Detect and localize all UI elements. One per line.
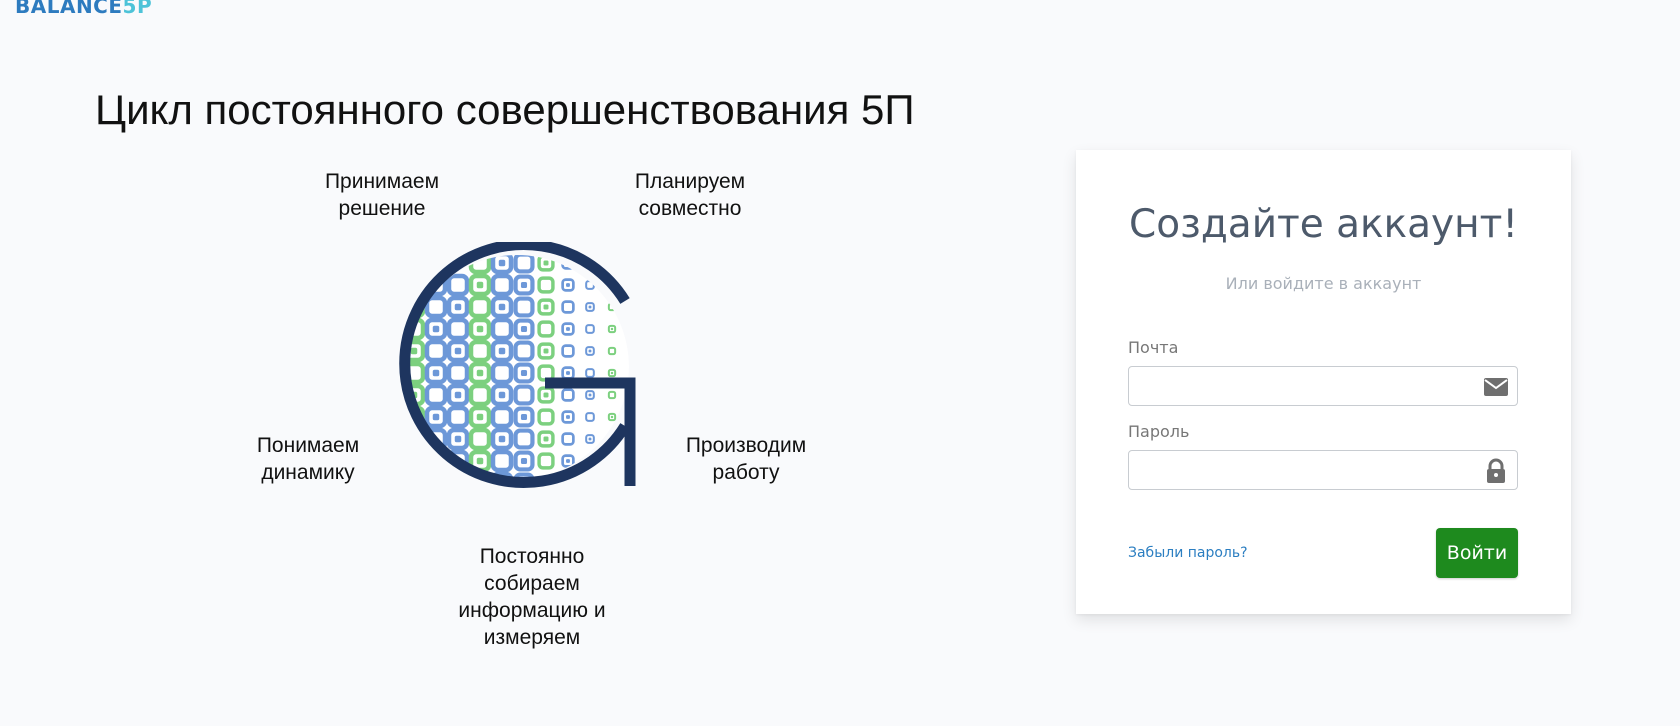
login-subtitle: Или войдите в аккаунт bbox=[1225, 274, 1422, 293]
login-card: Создайте аккаунт! Или войдите в аккаунт … bbox=[1076, 150, 1571, 614]
globe-tile-core bbox=[476, 413, 484, 421]
globe-tile-core bbox=[566, 371, 570, 375]
globe-tile-core bbox=[454, 391, 462, 399]
globe-tile-core bbox=[543, 348, 549, 354]
cycle-step-produce-line1: Производим bbox=[685, 434, 807, 457]
cycle-step-collect-line3: информацию и bbox=[458, 599, 606, 622]
login-button[interactable]: Войти bbox=[1436, 528, 1518, 578]
globe-tile-core bbox=[476, 369, 484, 377]
cycle-step-understand: Понимаем динамику bbox=[228, 432, 388, 486]
globe-tile-core bbox=[610, 415, 614, 419]
cycle-step-decide: Принимаем решение bbox=[302, 168, 462, 222]
globe-tile-core bbox=[432, 413, 440, 421]
login-title: Создайте аккаунт! bbox=[1129, 202, 1518, 247]
globe-tile-core bbox=[588, 305, 592, 309]
globe-tile-core bbox=[410, 347, 418, 355]
globe-tile-core bbox=[498, 391, 506, 399]
cycle-step-decide-line1: Принимаем bbox=[324, 170, 440, 193]
page-title: Цикл постоянного совершенствования 5П bbox=[95, 86, 915, 133]
globe-tile-core bbox=[520, 369, 528, 377]
globe-tile-core bbox=[566, 415, 570, 419]
cycle-step-understand-line2: динамику bbox=[261, 461, 355, 484]
email-field[interactable] bbox=[1128, 366, 1518, 406]
password-label: Пароль bbox=[1128, 422, 1190, 441]
globe-tile-core bbox=[610, 327, 614, 331]
cycle-step-plan-line1: Планируем bbox=[634, 170, 746, 193]
globe-tile-core bbox=[432, 325, 440, 333]
globe-tile-core bbox=[543, 436, 549, 442]
globe-tile-core bbox=[520, 281, 528, 289]
globe-tile-core bbox=[566, 459, 570, 463]
globe-tile-core bbox=[520, 325, 528, 333]
globe-tile-core bbox=[543, 392, 549, 398]
cycle-step-decide-line2: решение bbox=[338, 197, 426, 220]
cycle-step-collect: Постоянно собираем информацию и измеряем bbox=[432, 543, 632, 651]
globe-tile-core bbox=[520, 457, 528, 465]
cycle-step-understand-line1: Понимаем bbox=[256, 434, 360, 457]
globe-tile-core bbox=[476, 281, 484, 289]
email-input[interactable] bbox=[1139, 367, 1473, 405]
globe-tile-core bbox=[588, 437, 592, 441]
globe-tile-core bbox=[432, 369, 440, 377]
cycle-step-produce: Производим работу bbox=[666, 432, 826, 486]
globe-tile-core bbox=[476, 325, 484, 333]
email-label: Почта bbox=[1128, 338, 1179, 357]
cycle-step-collect-line4: измеряем bbox=[483, 626, 581, 649]
envelope-icon bbox=[1484, 378, 1508, 396]
globe-tile-core bbox=[454, 347, 462, 355]
globe-tile-core bbox=[588, 349, 592, 353]
cycle-step-plan-line2: совместно bbox=[638, 197, 742, 220]
globe-tile-core bbox=[498, 303, 506, 311]
globe-tile-core bbox=[543, 260, 549, 266]
globe-tile-core bbox=[566, 327, 570, 331]
brand-logo[interactable]: BALANCE5P bbox=[15, 0, 152, 18]
globe-tile-core bbox=[476, 457, 484, 465]
globe-tile-core bbox=[566, 283, 570, 287]
globe-tile bbox=[607, 302, 617, 312]
brand-logo-part1: BALANCE bbox=[15, 0, 123, 18]
password-field[interactable] bbox=[1128, 450, 1518, 490]
globe-tile-core bbox=[588, 393, 592, 397]
forgot-password-link[interactable]: Забыли пароль? bbox=[1128, 545, 1248, 561]
lock-icon bbox=[1487, 458, 1505, 483]
globe-tile-core bbox=[498, 259, 506, 267]
brand-logo-part2: 5P bbox=[122, 0, 153, 18]
globe-tile-core bbox=[454, 435, 462, 443]
globe-tile-core bbox=[520, 413, 528, 421]
password-input[interactable] bbox=[1139, 451, 1473, 489]
cycle-step-produce-line2: работу bbox=[712, 461, 780, 484]
globe-tile-core bbox=[498, 347, 506, 355]
globe-tile-core bbox=[498, 435, 506, 443]
globe-cycle-logo bbox=[399, 242, 636, 488]
globe-tile-core bbox=[454, 303, 462, 311]
cycle-step-collect-line2: собираем bbox=[484, 572, 580, 595]
cycle-step-plan: Планируем совместно bbox=[610, 168, 770, 222]
globe-tile-core bbox=[610, 371, 614, 375]
globe-tile-core bbox=[543, 304, 549, 310]
cycle-step-collect-line1: Постоянно bbox=[479, 545, 585, 568]
